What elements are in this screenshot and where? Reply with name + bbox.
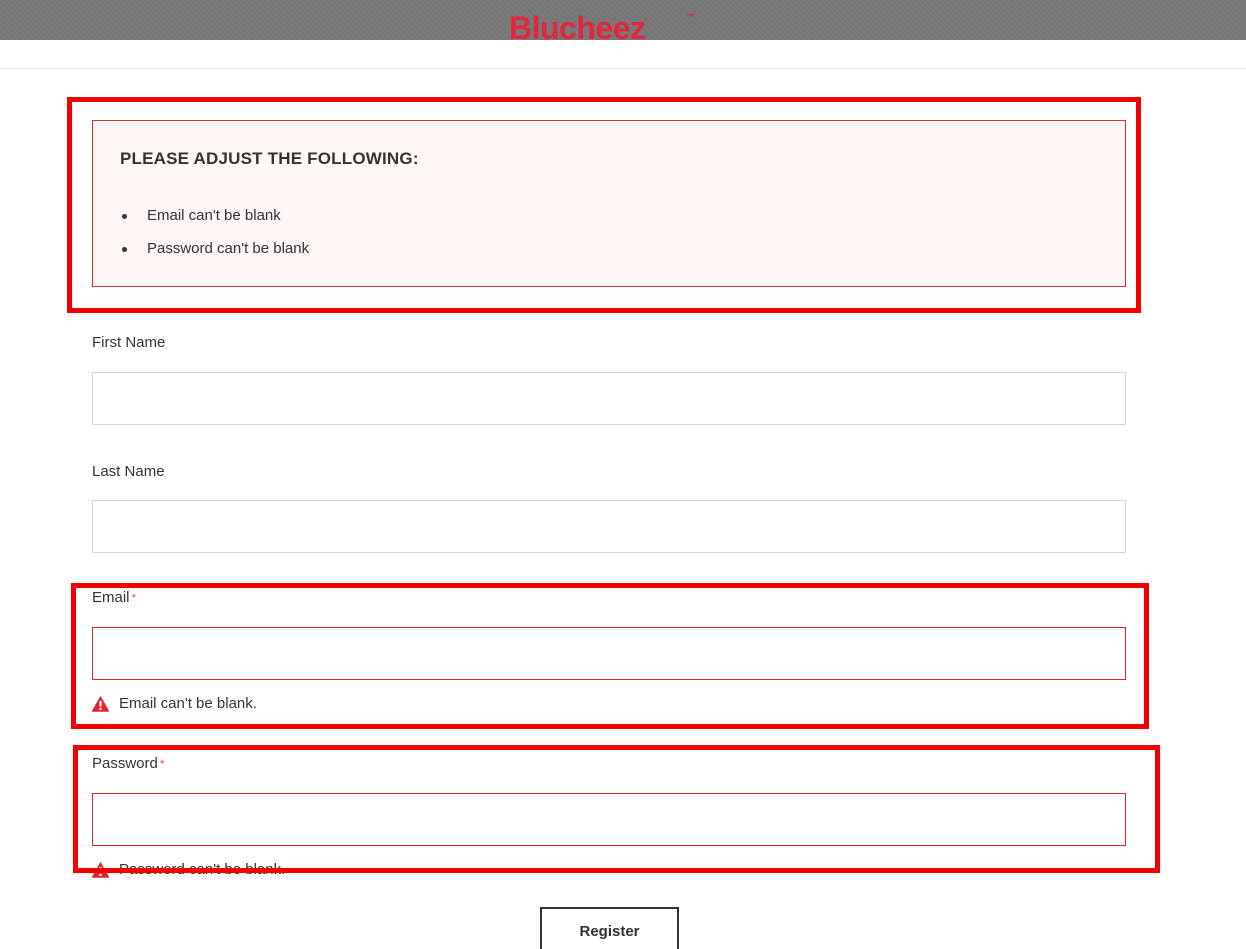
highlight-box-password: [73, 745, 1160, 873]
first-name-input[interactable]: [92, 372, 1126, 425]
brand-logo[interactable]: Blucheez: [509, 8, 646, 48]
last-name-label: Last Name: [92, 463, 165, 480]
header-divider: [0, 68, 1246, 69]
trademark-mark: ™: [686, 12, 695, 22]
last-name-input[interactable]: [92, 500, 1126, 553]
registration-page: Blucheez ™ PLEASE ADJUST THE FOLLOWING: …: [0, 0, 1246, 949]
register-button[interactable]: Register: [540, 907, 679, 949]
first-name-label: First Name: [92, 334, 166, 351]
highlight-box-error-summary: [67, 97, 1141, 313]
highlight-box-email: [71, 583, 1149, 729]
